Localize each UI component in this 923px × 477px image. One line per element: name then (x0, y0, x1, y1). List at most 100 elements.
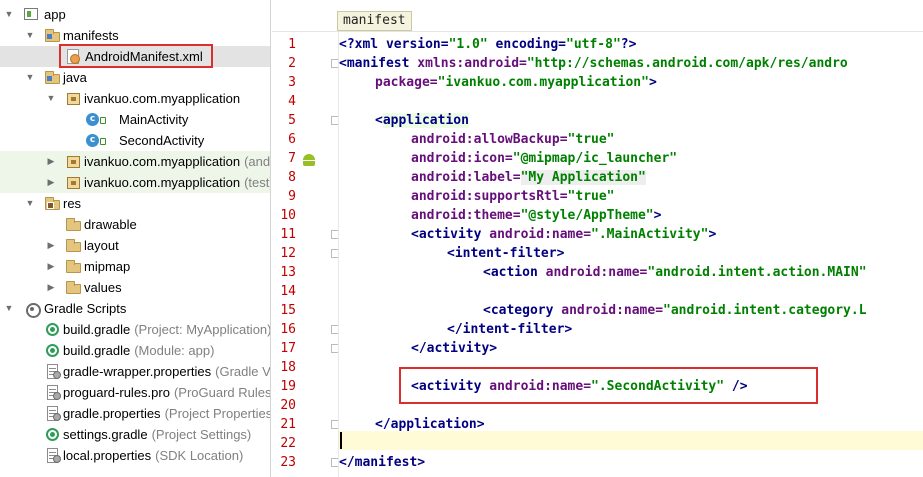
code-line-15: <category android:name="android.intent.c… (483, 303, 867, 318)
tree-label-main-activity: MainActivity (119, 112, 189, 127)
gradle-icon (45, 427, 61, 442)
line-number: 4 (288, 94, 296, 109)
properties-file-icon (45, 448, 61, 463)
line-number: 17 (280, 341, 296, 356)
tree-label-package-test: ivankuo.com.myapplication (test) (84, 175, 271, 190)
line-number: 22 (280, 436, 296, 451)
res-folder-icon (45, 196, 61, 211)
line-number: 3 (288, 75, 296, 90)
line-number: 11 (280, 227, 296, 242)
tree-label-res: res (63, 196, 82, 211)
tree-item-gradle-properties[interactable]: gradle.properties (Project Properties) (0, 403, 271, 424)
expand-arrow-icon[interactable]: ▼ (24, 25, 36, 46)
class-icon: c (86, 112, 106, 127)
tree-item-package-android-test[interactable]: ▶ ivankuo.com.myapplication(andr (0, 151, 271, 172)
line-number: 2 (288, 56, 296, 71)
code-line-9: android:supportsRtl="true" (411, 189, 615, 204)
collapse-arrow-icon[interactable]: ▶ (45, 277, 57, 298)
folder-icon (66, 259, 82, 274)
line-number: 23 (280, 455, 296, 470)
tree-item-build-gradle-project[interactable]: build.gradle (Project: MyApplication) (0, 319, 271, 340)
tree-label-java: java (63, 70, 87, 85)
tree-label-mipmap: mipmap (84, 259, 131, 274)
code-line-17: </activity> (411, 341, 498, 356)
tree-item-manifests[interactable]: ▼ manifests (0, 25, 270, 46)
code-editor[interactable]: <?xml version="1.0" encoding="utf-8"?> <… (339, 32, 923, 477)
breadcrumb-manifest[interactable]: manifest (337, 11, 412, 31)
tree-item-build-gradle-module[interactable]: build.gradle (Module: app) (0, 340, 270, 361)
editor-tab-bar: manifest (272, 0, 923, 32)
properties-file-icon (45, 406, 61, 421)
collapse-arrow-icon[interactable]: ▶ (45, 172, 57, 193)
tree-item-java[interactable]: ▼ java (0, 67, 270, 88)
tree-item-settings-gradle[interactable]: settings.gradle (Project Settings) (0, 424, 270, 445)
folder-icon (45, 70, 61, 85)
properties-file-icon (45, 364, 61, 379)
line-number: 15 (280, 303, 296, 318)
line-number: 7 (288, 151, 296, 166)
tree-item-res[interactable]: ▼ res (0, 193, 270, 214)
tree-item-local-properties[interactable]: local.properties (SDK Location) (0, 445, 270, 466)
tree-label-build-gradle-project: build.gradle (Project: MyApplication) (63, 322, 271, 337)
line-number: 9 (288, 189, 296, 204)
code-line-12: <intent-filter> (447, 246, 565, 261)
folder-icon (66, 217, 82, 232)
tree-item-second-activity[interactable]: c SecondActivity (0, 130, 270, 151)
tree-label-layout: layout (84, 238, 119, 253)
gradle-scripts-icon (24, 301, 41, 318)
code-line-7: android:icon="@mipmap/ic_launcher" (411, 151, 678, 166)
code-line-5: <application (375, 113, 469, 128)
tree-item-package-test[interactable]: ▶ ivankuo.com.myapplication (test) (0, 172, 271, 193)
tree-label-gradle-properties: gradle.properties (Project Properties) (63, 406, 271, 421)
code-line-13: <action android:name="android.intent.act… (483, 265, 867, 280)
line-number: 10 (280, 208, 296, 223)
code-line-3: package="ivankuo.com.myapplication"> (375, 75, 657, 90)
text-caret (340, 432, 342, 449)
tree-label-manifests: manifests (63, 28, 119, 43)
expand-arrow-icon[interactable]: ▼ (24, 67, 36, 88)
tree-label-values: values (84, 280, 122, 295)
tree-label-second-activity: SecondActivity (119, 133, 205, 148)
code-line-16: </intent-filter> (447, 322, 573, 337)
project-tree[interactable]: ▼ app ▼ manifests AndroidManifest.xml ▼ … (0, 0, 271, 477)
code-line-21: </application> (375, 417, 485, 432)
line-number: 19 (280, 379, 296, 394)
tree-item-mipmap[interactable]: ▶ mipmap (0, 256, 270, 277)
tree-item-drawable[interactable]: drawable (0, 214, 270, 235)
tree-item-values[interactable]: ▶ values (0, 277, 270, 298)
tree-label-package-android-test: ivankuo.com.myapplication(andr (84, 154, 271, 169)
code-line-2: <manifest xmlns:android="http://schemas.… (339, 56, 848, 71)
module-icon (24, 7, 40, 22)
text-file-icon (45, 385, 61, 400)
line-number: 8 (288, 170, 296, 185)
tree-item-proguard[interactable]: proguard-rules.pro (ProGuard Rules (0, 382, 270, 403)
collapse-arrow-icon[interactable]: ▶ (45, 256, 57, 277)
expand-arrow-icon[interactable]: ▼ (3, 4, 15, 25)
tree-item-package-main[interactable]: ▼ ivankuo.com.myapplication (0, 88, 270, 109)
tree-item-gradle-scripts[interactable]: ▼ Gradle Scripts (0, 298, 270, 319)
line-number-gutter[interactable]: 1 2 3 4 5 6 7 8 9 10 11 12 13 14 15 16 1… (272, 32, 339, 477)
line-number: 21 (280, 417, 296, 432)
line-number: 14 (280, 284, 296, 299)
tree-item-app[interactable]: ▼ app (0, 4, 270, 25)
expand-arrow-icon[interactable]: ▼ (3, 298, 15, 319)
tree-label-gradle-scripts: Gradle Scripts (44, 301, 127, 316)
tree-label-build-gradle-module: build.gradle (Module: app) (63, 343, 215, 358)
tree-label-app: app (44, 7, 66, 22)
tree-label-drawable: drawable (84, 217, 137, 232)
android-icon[interactable] (302, 154, 316, 166)
collapse-arrow-icon[interactable]: ▶ (45, 235, 57, 256)
tree-item-gradle-wrapper[interactable]: gradle-wrapper.properties (Gradle V (0, 361, 270, 382)
expand-arrow-icon[interactable]: ▼ (45, 88, 57, 109)
package-icon (66, 154, 82, 169)
line-number: 5 (288, 113, 296, 128)
tree-label-local-properties: local.properties (SDK Location) (63, 448, 244, 463)
expand-arrow-icon[interactable]: ▼ (24, 193, 36, 214)
package-icon (66, 175, 82, 190)
line-number: 1 (288, 37, 296, 52)
tree-item-layout[interactable]: ▶ layout (0, 235, 270, 256)
line-number: 18 (280, 360, 296, 375)
tree-item-main-activity[interactable]: c MainActivity (0, 109, 270, 130)
line-number: 6 (288, 132, 296, 147)
collapse-arrow-icon[interactable]: ▶ (45, 151, 57, 172)
